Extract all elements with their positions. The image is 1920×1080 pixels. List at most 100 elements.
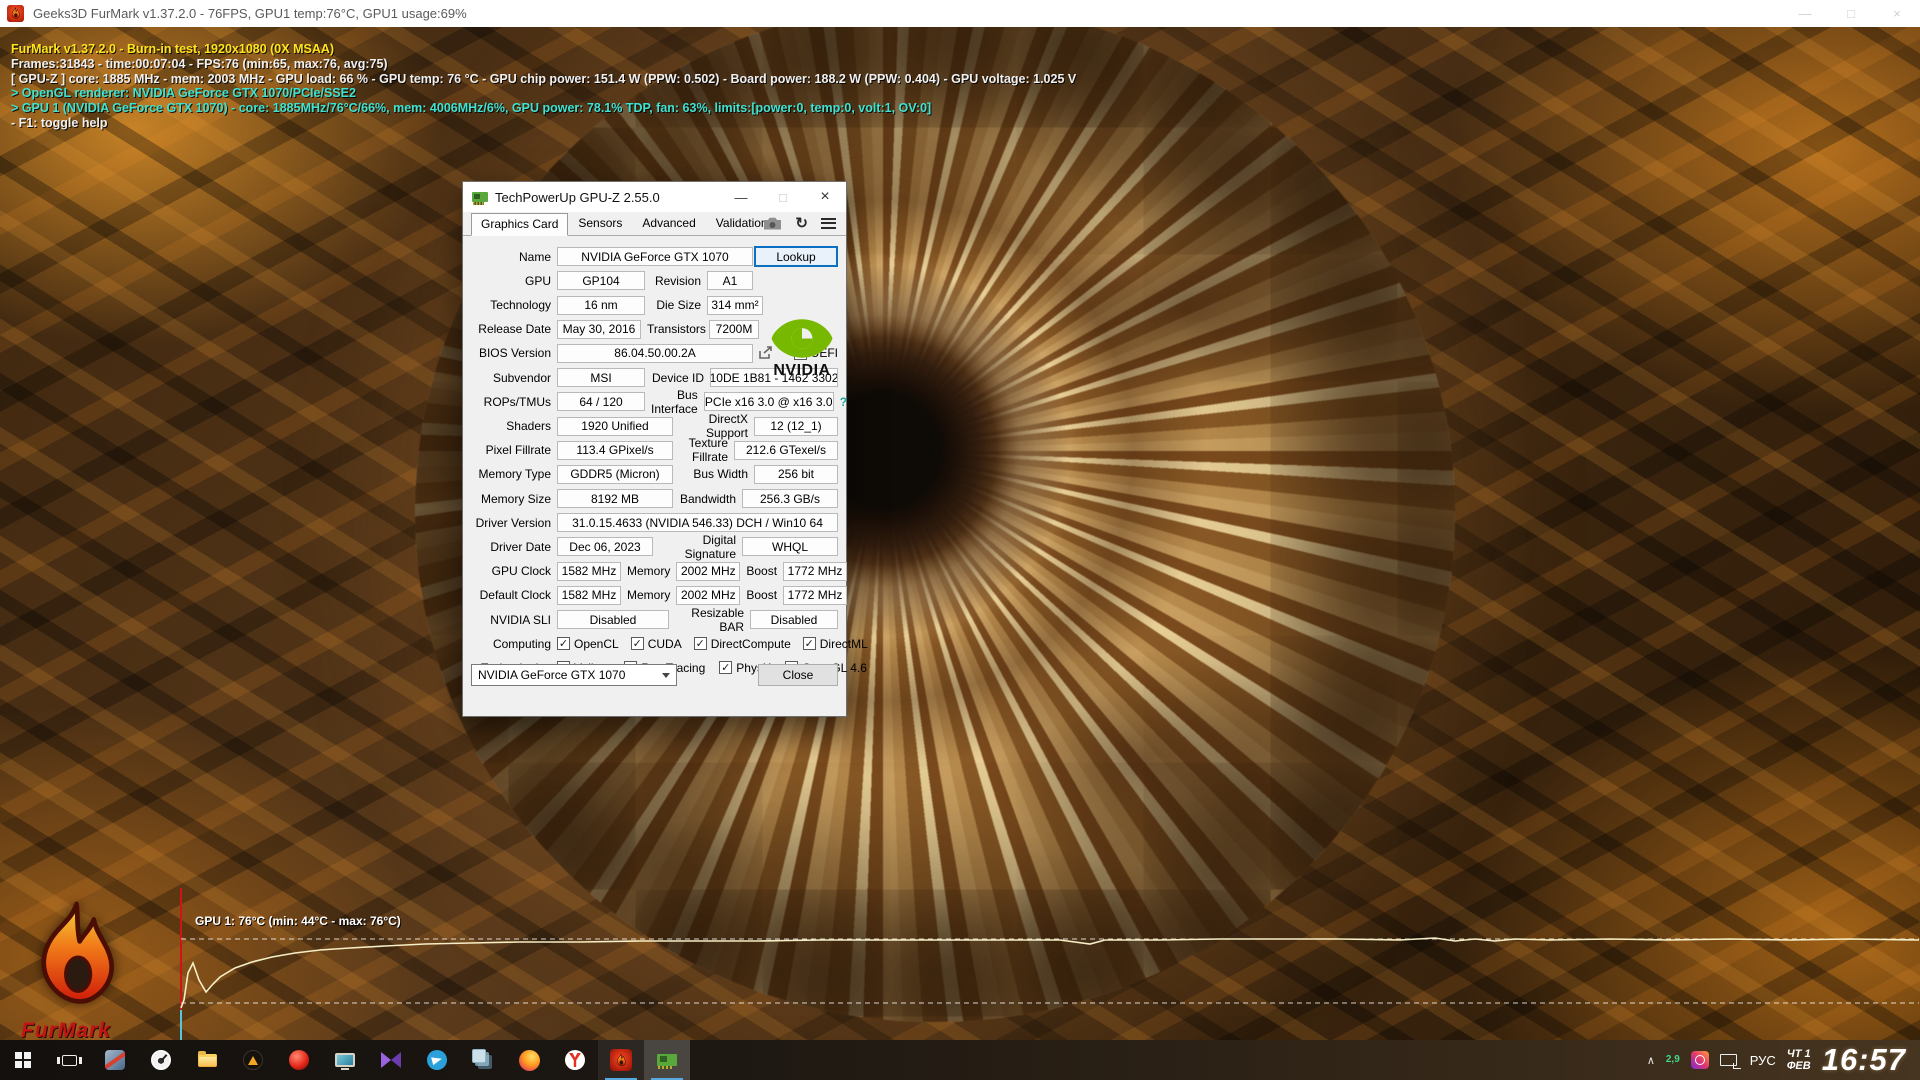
field-row-default-clock: Default Clock 1582 MHz Memory 2002 MHz B…	[471, 586, 838, 605]
chevron-down-icon	[662, 673, 670, 678]
tab-advanced[interactable]: Advanced	[632, 212, 705, 235]
close-icon[interactable]: ×	[1874, 0, 1920, 27]
task-view-button[interactable]	[46, 1040, 92, 1080]
memory-type-value: GDDR5 (Micron)	[557, 465, 673, 484]
screen: Geeks3D FurMark v1.37.2.0 - 76FPS, GPU1 …	[0, 0, 1920, 1080]
subvendor-value: MSI	[557, 368, 645, 387]
minimize-icon[interactable]: —	[1782, 0, 1828, 27]
system-tray: ∧ 2,9 РУС ЧТ 1 ФЕВ 16:57	[1647, 1040, 1920, 1080]
taskbar-hardware-tool[interactable]	[92, 1040, 138, 1080]
resizable-bar-value: Disabled	[750, 610, 838, 629]
cuda-checkbox[interactable]: ✓CUDA	[631, 637, 682, 651]
gpuz-graphics-card-page: Name NVIDIA GeForce GTX 1070 Lookup GPU …	[463, 236, 846, 694]
osd-line-help: - F1: toggle help	[11, 116, 1076, 131]
aida64-icon	[243, 1050, 263, 1070]
tray-date-day: ЧТ 1	[1787, 1048, 1811, 1060]
bus-width-value: 256 bit	[754, 465, 838, 484]
taskbar-file-explorer[interactable]	[184, 1040, 230, 1080]
taskbar-afterburner[interactable]	[138, 1040, 184, 1080]
osd-line-renderer: > OpenGL renderer: NVIDIA GeForce GTX 10…	[11, 86, 1076, 101]
yandex-icon	[565, 1050, 585, 1070]
bios-value: 86.04.50.00.2A	[557, 344, 753, 363]
driver-date-value: Dec 06, 2023	[557, 537, 653, 556]
memory-size-value: 8192 MB	[557, 489, 673, 508]
field-row-computing: Computing ✓OpenCL ✓CUDA ✓DirectCompute ✓…	[471, 634, 838, 653]
sli-value: Disabled	[557, 610, 669, 629]
bus-help-icon[interactable]: ?	[840, 395, 847, 409]
windows-logo-icon	[15, 1052, 31, 1068]
tray-chevron-up-icon[interactable]: ∧	[1647, 1054, 1655, 1067]
taskbar-aida64[interactable]	[230, 1040, 276, 1080]
tray-net-speed[interactable]: 2,9	[1666, 1055, 1680, 1065]
gpuz-app-icon	[472, 192, 488, 202]
gpuz-close-button[interactable]: Close	[758, 664, 838, 686]
bus-interface-value: PCIe x16 3.0 @ x16 3.0	[704, 392, 834, 411]
hardware-tool-icon	[105, 1050, 125, 1070]
gpuz-maximize-icon: □	[762, 182, 804, 212]
gpuz-titlebar[interactable]: TechPowerUp GPU-Z 2.55.0 — □ ×	[463, 182, 846, 212]
rops-value: 64 / 120	[557, 392, 645, 411]
firefox-icon	[519, 1050, 540, 1071]
tab-graphics-card[interactable]: Graphics Card	[471, 213, 568, 236]
default-memory-value: 2002 MHz	[676, 586, 740, 605]
gpuz-footer: NVIDIA GeForce GTX 1070 Close	[471, 664, 838, 686]
refresh-icon[interactable]: ↻	[795, 216, 808, 231]
tray-network-icon[interactable]	[1720, 1054, 1737, 1066]
flame-icon	[25, 893, 125, 1021]
gauge-icon	[151, 1050, 171, 1070]
field-row-memory-size: Memory Size 8192 MB Bandwidth 256.3 GB/s	[471, 489, 838, 508]
field-row-gpu-clock: GPU Clock 1582 MHz Memory 2002 MHz Boost…	[471, 562, 838, 581]
directml-checkbox[interactable]: ✓DirectML	[803, 637, 868, 651]
field-row-memory-type: Memory Type GDDR5 (Micron) Bus Width 256…	[471, 465, 838, 484]
field-row-driver-date: Driver Date Dec 06, 2023 Digital Signatu…	[471, 537, 838, 556]
texture-fillrate-value: 212.6 GTexel/s	[734, 441, 838, 460]
taskbar-telegram[interactable]	[414, 1040, 460, 1080]
red-sphere-icon	[289, 1050, 309, 1070]
taskbar-yandex-browser[interactable]	[552, 1040, 598, 1080]
tray-language[interactable]: РУС	[1750, 1053, 1776, 1068]
gpu-value: GP104	[557, 271, 645, 290]
folder-icon	[198, 1054, 217, 1067]
taskbar-furmark-running[interactable]	[598, 1040, 644, 1080]
taskbar-kmplayer[interactable]	[368, 1040, 414, 1080]
gpu-temp-graph	[140, 880, 1920, 1040]
name-value: NVIDIA GeForce GTX 1070	[557, 247, 753, 266]
start-button[interactable]	[0, 1040, 46, 1080]
field-row-sli: NVIDIA SLI Disabled Resizable BAR Disabl…	[471, 610, 838, 629]
directx-value: 12 (12_1)	[754, 417, 838, 436]
maximize-icon[interactable]: □	[1828, 0, 1874, 27]
bandwidth-value: 256.3 GB/s	[742, 489, 838, 508]
camera-icon[interactable]	[763, 217, 782, 230]
taskbar-red-app[interactable]	[276, 1040, 322, 1080]
gpuz-close-icon[interactable]: ×	[804, 182, 846, 212]
tray-gradient-app-icon[interactable]	[1691, 1051, 1709, 1069]
taskbar: ∧ 2,9 РУС ЧТ 1 ФЕВ 16:57	[0, 1040, 1920, 1080]
nvidia-wordmark: NVIDIA	[764, 362, 840, 380]
osd-line-frames: Frames:31843 - time:00:07:04 - FPS:76 (m…	[11, 57, 1076, 72]
nvidia-eye-icon	[770, 316, 834, 361]
taskbar-layers-app[interactable]	[460, 1040, 506, 1080]
tray-date[interactable]: ЧТ 1 ФЕВ	[1787, 1048, 1811, 1072]
gpu-select-dropdown[interactable]: NVIDIA GeForce GTX 1070	[471, 664, 677, 686]
layers-icon	[472, 1049, 486, 1063]
furmark-icon	[610, 1049, 632, 1071]
furmark-osd: FurMark v1.37.2.0 - Burn-in test, 1920x1…	[11, 42, 1076, 131]
gpuz-minimize-icon[interactable]: —	[720, 182, 762, 212]
release-date-value: May 30, 2016	[557, 320, 641, 339]
taskbar-gpuz-running[interactable]	[644, 1040, 690, 1080]
revision-value: A1	[707, 271, 753, 290]
opencl-checkbox[interactable]: ✓OpenCL	[557, 637, 619, 651]
gpuz-tab-strip: Graphics Card Sensors Advanced Validatio…	[463, 212, 846, 236]
gpuz-window-title: TechPowerUp GPU-Z 2.55.0	[495, 190, 660, 205]
directcompute-checkbox[interactable]: ✓DirectCompute	[694, 637, 791, 651]
menu-icon[interactable]	[821, 215, 836, 231]
tab-sensors[interactable]: Sensors	[568, 212, 632, 235]
taskbar-monitor-app[interactable]	[322, 1040, 368, 1080]
osd-line-gpu1: > GPU 1 (NVIDIA GeForce GTX 1070) - core…	[11, 101, 1076, 116]
field-row-rops: ROPs/TMUs 64 / 120 Bus Interface PCIe x1…	[471, 392, 838, 411]
field-row-pixel-fillrate: Pixel Fillrate 113.4 GPixel/s Texture Fi…	[471, 441, 838, 460]
tray-clock[interactable]: 16:57	[1822, 1042, 1906, 1078]
taskbar-firefox[interactable]	[506, 1040, 552, 1080]
lookup-button[interactable]: Lookup	[754, 246, 838, 267]
digital-signature-value: WHQL	[742, 537, 838, 556]
